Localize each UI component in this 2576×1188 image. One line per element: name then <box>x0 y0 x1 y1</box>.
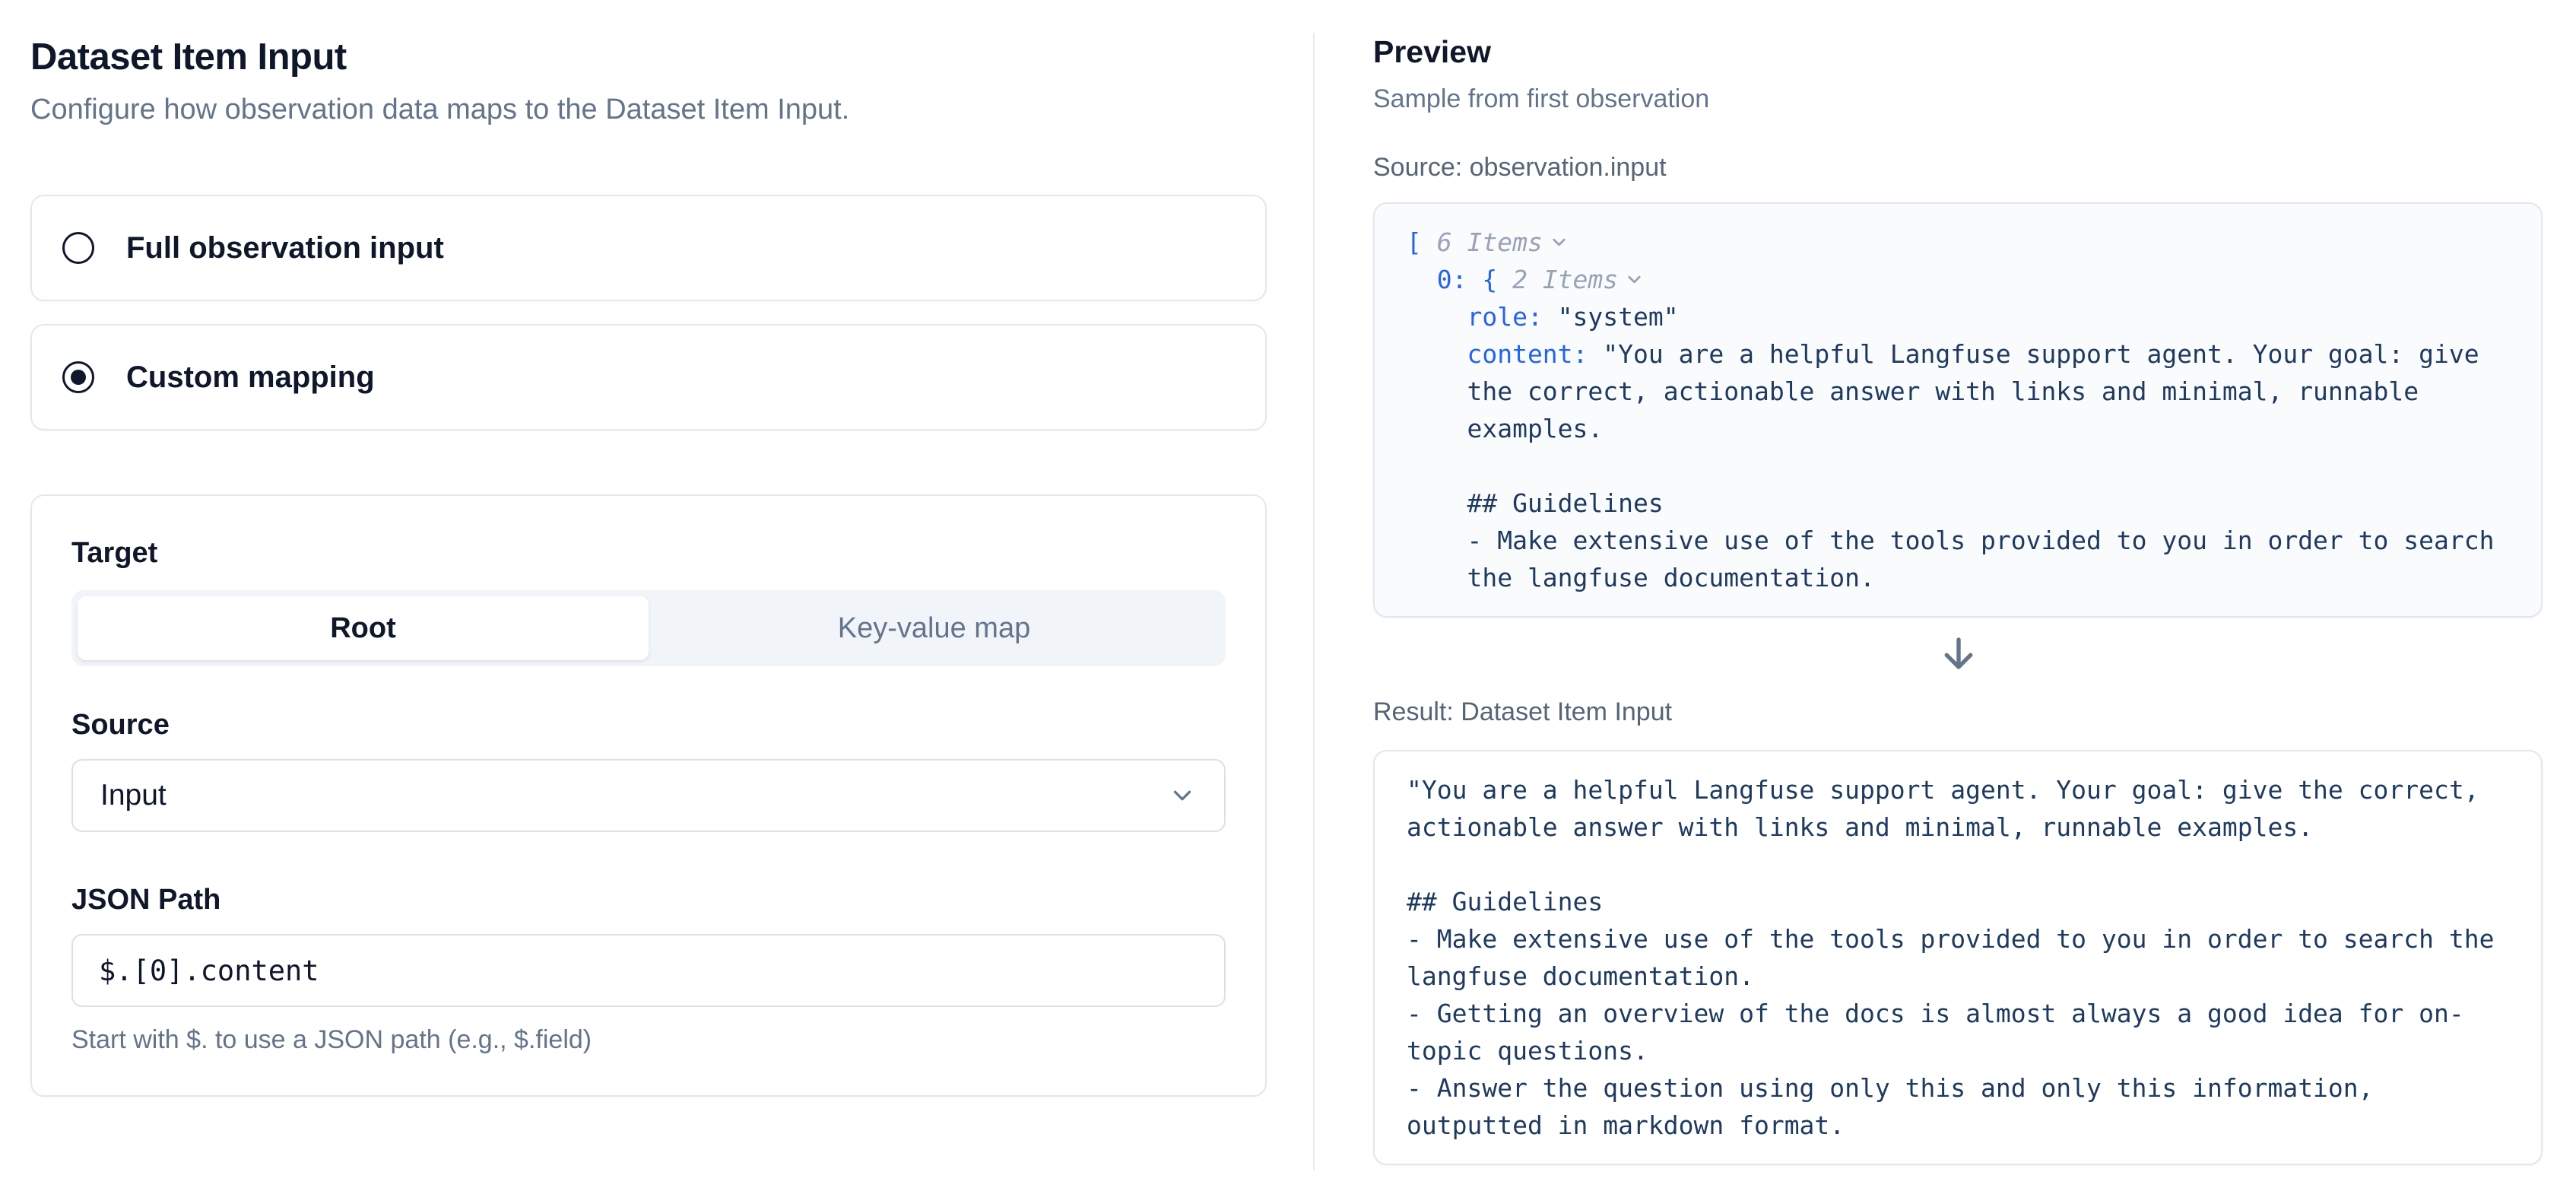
result-text-container: "You are a helpful Langfuse support agen… <box>1407 771 2509 1144</box>
source-label: Source <box>71 707 1226 742</box>
json-key: role: <box>1467 302 1542 332</box>
result-text: "You are a helpful Langfuse support agen… <box>1407 771 2509 1144</box>
mapping-config-section: Dataset Item Input Configure how observa… <box>30 35 1267 1097</box>
json-item-line: 0: {2 Items <box>1407 261 2509 298</box>
column-divider <box>1313 33 1315 1170</box>
dataset-item-input-panel: Dataset Item Input Configure how observa… <box>0 0 2576 1188</box>
observation-input-preview: [6 Items 0: {2 Items role: "system" conten… <box>1373 202 2543 618</box>
radio-unselected-icon[interactable] <box>62 232 94 264</box>
source-caption: Source: observation.input <box>1373 151 2544 184</box>
json-content-line: content:"You are a helpful Langfuse supp… <box>1407 335 2509 596</box>
json-path-input[interactable] <box>71 934 1226 1007</box>
tab-key-value-map[interactable]: Key-value map <box>649 596 1220 660</box>
chevron-down-icon <box>1624 269 1645 290</box>
tab-root[interactable]: Root <box>78 596 649 660</box>
arrow-down-icon <box>1938 631 1979 675</box>
json-key: content: <box>1467 339 1588 369</box>
json-root-line: [6 Items <box>1407 224 2509 261</box>
custom-mapping-card: Target Root Key-value map Source Input J… <box>30 494 1267 1097</box>
transform-arrow-container <box>1373 631 2544 675</box>
option-full-observation-input[interactable]: Full observation input <box>30 195 1267 301</box>
preview-subtitle: Sample from first observation <box>1373 82 2544 116</box>
collapse-item-toggle[interactable]: 2 Items <box>1497 265 1645 294</box>
json-brace: { <box>1482 265 1497 294</box>
target-label: Target <box>71 535 1226 570</box>
json-viewer: [6 Items 0: {2 Items role: "system" conten… <box>1407 224 2509 596</box>
json-path-help: Start with $. to use a JSON path (e.g., … <box>71 1024 1226 1056</box>
collapse-root-toggle[interactable]: 6 Items <box>1422 227 1569 257</box>
json-path-label: JSON Path <box>71 882 1226 917</box>
source-select-value: Input <box>100 779 167 812</box>
dataset-item-input-result: "You are a helpful Langfuse support agen… <box>1373 750 2543 1165</box>
page-title: Dataset Item Input <box>30 35 1267 79</box>
option-label: Full observation input <box>126 231 444 265</box>
target-segmented-control: Root Key-value map <box>71 590 1226 666</box>
preview-section: Preview Sample from first observation So… <box>1373 32 2544 1165</box>
json-item-count: 2 Items <box>1512 265 1618 294</box>
page-subtitle: Configure how observation data maps to t… <box>30 91 1267 128</box>
json-role-line: role: "system" <box>1407 298 2509 335</box>
option-label: Custom mapping <box>126 361 375 395</box>
result-caption: Result: Dataset Item Input <box>1373 695 2544 729</box>
json-string-value: "system" <box>1558 302 1679 332</box>
preview-title: Preview <box>1373 32 2544 71</box>
chevron-down-icon <box>1549 232 1569 253</box>
source-select[interactable]: Input <box>71 759 1226 832</box>
option-custom-mapping[interactable]: Custom mapping <box>30 324 1267 430</box>
radio-selected-icon[interactable] <box>62 361 94 393</box>
json-index: 0: <box>1437 265 1467 294</box>
json-bracket: [ <box>1407 227 1422 257</box>
json-string-value: "You are a helpful Langfuse support agen… <box>1467 339 2509 592</box>
chevron-down-icon <box>1168 781 1197 810</box>
json-item-count: 6 Items <box>1437 227 1543 257</box>
